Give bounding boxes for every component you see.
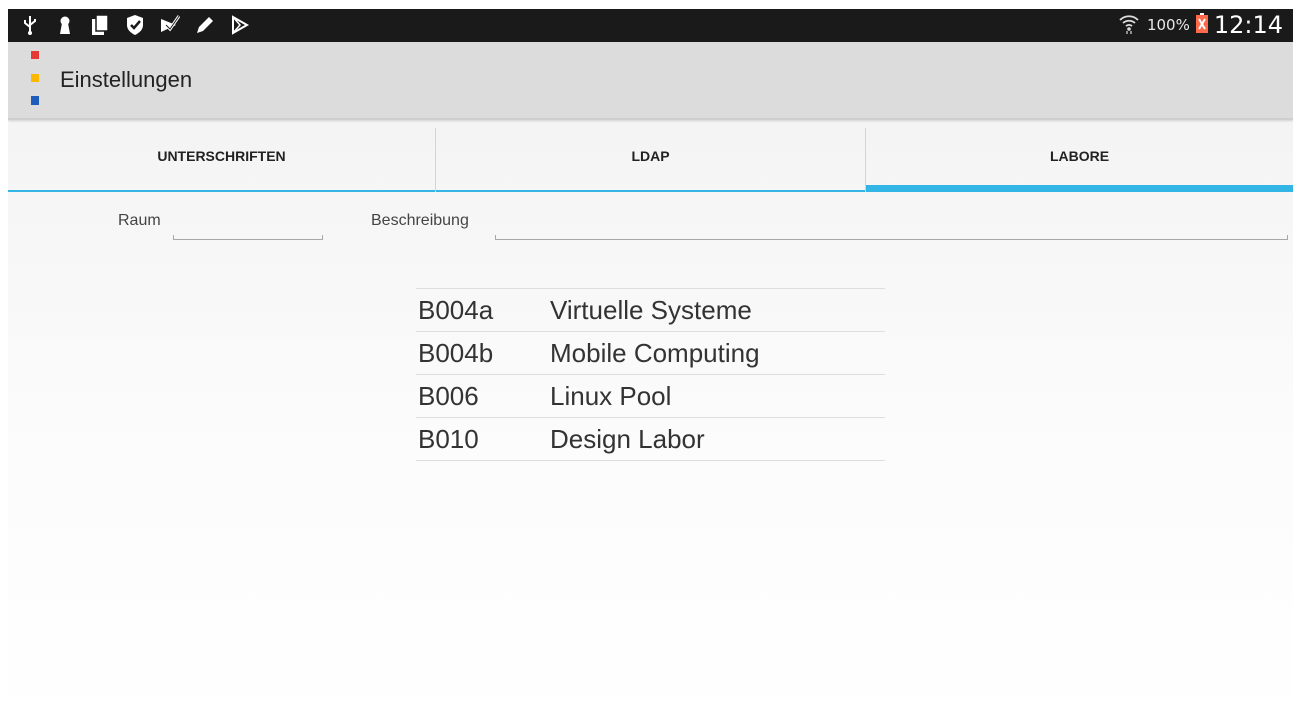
clock: 12:14 xyxy=(1213,11,1283,39)
app-logo-icon[interactable] xyxy=(31,51,43,105)
battery-icon xyxy=(1195,13,1208,37)
screen: 100% 12:14 Einstellungen UNTERSCHRIFTEN … xyxy=(8,9,1293,727)
lab-description: Linux Pool xyxy=(550,381,672,411)
input-edge xyxy=(495,235,496,240)
room-label: Raum xyxy=(118,212,161,229)
lab-room: B006 xyxy=(418,381,479,411)
lab-description: Design Labor xyxy=(550,424,705,454)
input-edge xyxy=(1287,235,1288,240)
lab-room: B010 xyxy=(418,424,479,454)
description-label: Beschreibung xyxy=(371,212,469,229)
list-item[interactable]: B006 Linux Pool xyxy=(416,375,885,418)
input-edge xyxy=(322,235,323,240)
description-input[interactable] xyxy=(495,218,1288,240)
tab-label: LABORE xyxy=(1049,148,1110,164)
copy-icon xyxy=(90,14,110,35)
status-right: 100% 12:14 xyxy=(1117,10,1283,40)
shield-check-icon xyxy=(125,15,145,35)
lab-list: B004a Virtuelle Systeme B004b Mobile Com… xyxy=(416,288,885,461)
tab-unterschriften[interactable]: UNTERSCHRIFTEN xyxy=(8,120,435,192)
notification-icons xyxy=(20,14,250,35)
lab-room: B004b xyxy=(418,338,494,368)
tasks-check-icon xyxy=(160,15,181,35)
tab-label: UNTERSCHRIFTEN xyxy=(157,148,286,164)
list-item[interactable]: B004a Virtuelle Systeme xyxy=(416,289,885,332)
play-store-icon xyxy=(230,15,250,35)
tab-bar: UNTERSCHRIFTEN LDAP LABORE xyxy=(8,120,1293,192)
tab-ldap[interactable]: LDAP xyxy=(436,120,865,192)
room-input[interactable] xyxy=(173,218,323,240)
tab-indicator xyxy=(436,190,865,192)
wifi-icon xyxy=(1117,11,1141,39)
status-bar: 100% 12:14 xyxy=(8,9,1293,42)
pencil-icon xyxy=(195,15,215,35)
action-bar: Einstellungen xyxy=(8,42,1293,120)
list-item[interactable]: B010 Design Labor xyxy=(416,418,885,461)
tab-indicator-selected xyxy=(866,185,1293,192)
lab-description: Virtuelle Systeme xyxy=(550,295,752,325)
tab-indicator xyxy=(8,190,435,192)
lab-description: Mobile Computing xyxy=(550,338,760,368)
tab-label: LDAP xyxy=(631,148,670,164)
tab-labore[interactable]: LABORE xyxy=(866,120,1293,192)
keyhole-icon xyxy=(55,15,75,35)
page-title: Einstellungen xyxy=(60,67,193,92)
lab-room: B004a xyxy=(418,295,494,325)
battery-percent: 100% xyxy=(1146,16,1190,34)
usb-icon xyxy=(20,15,40,35)
list-item[interactable]: B004b Mobile Computing xyxy=(416,332,885,375)
input-edge xyxy=(173,235,174,240)
